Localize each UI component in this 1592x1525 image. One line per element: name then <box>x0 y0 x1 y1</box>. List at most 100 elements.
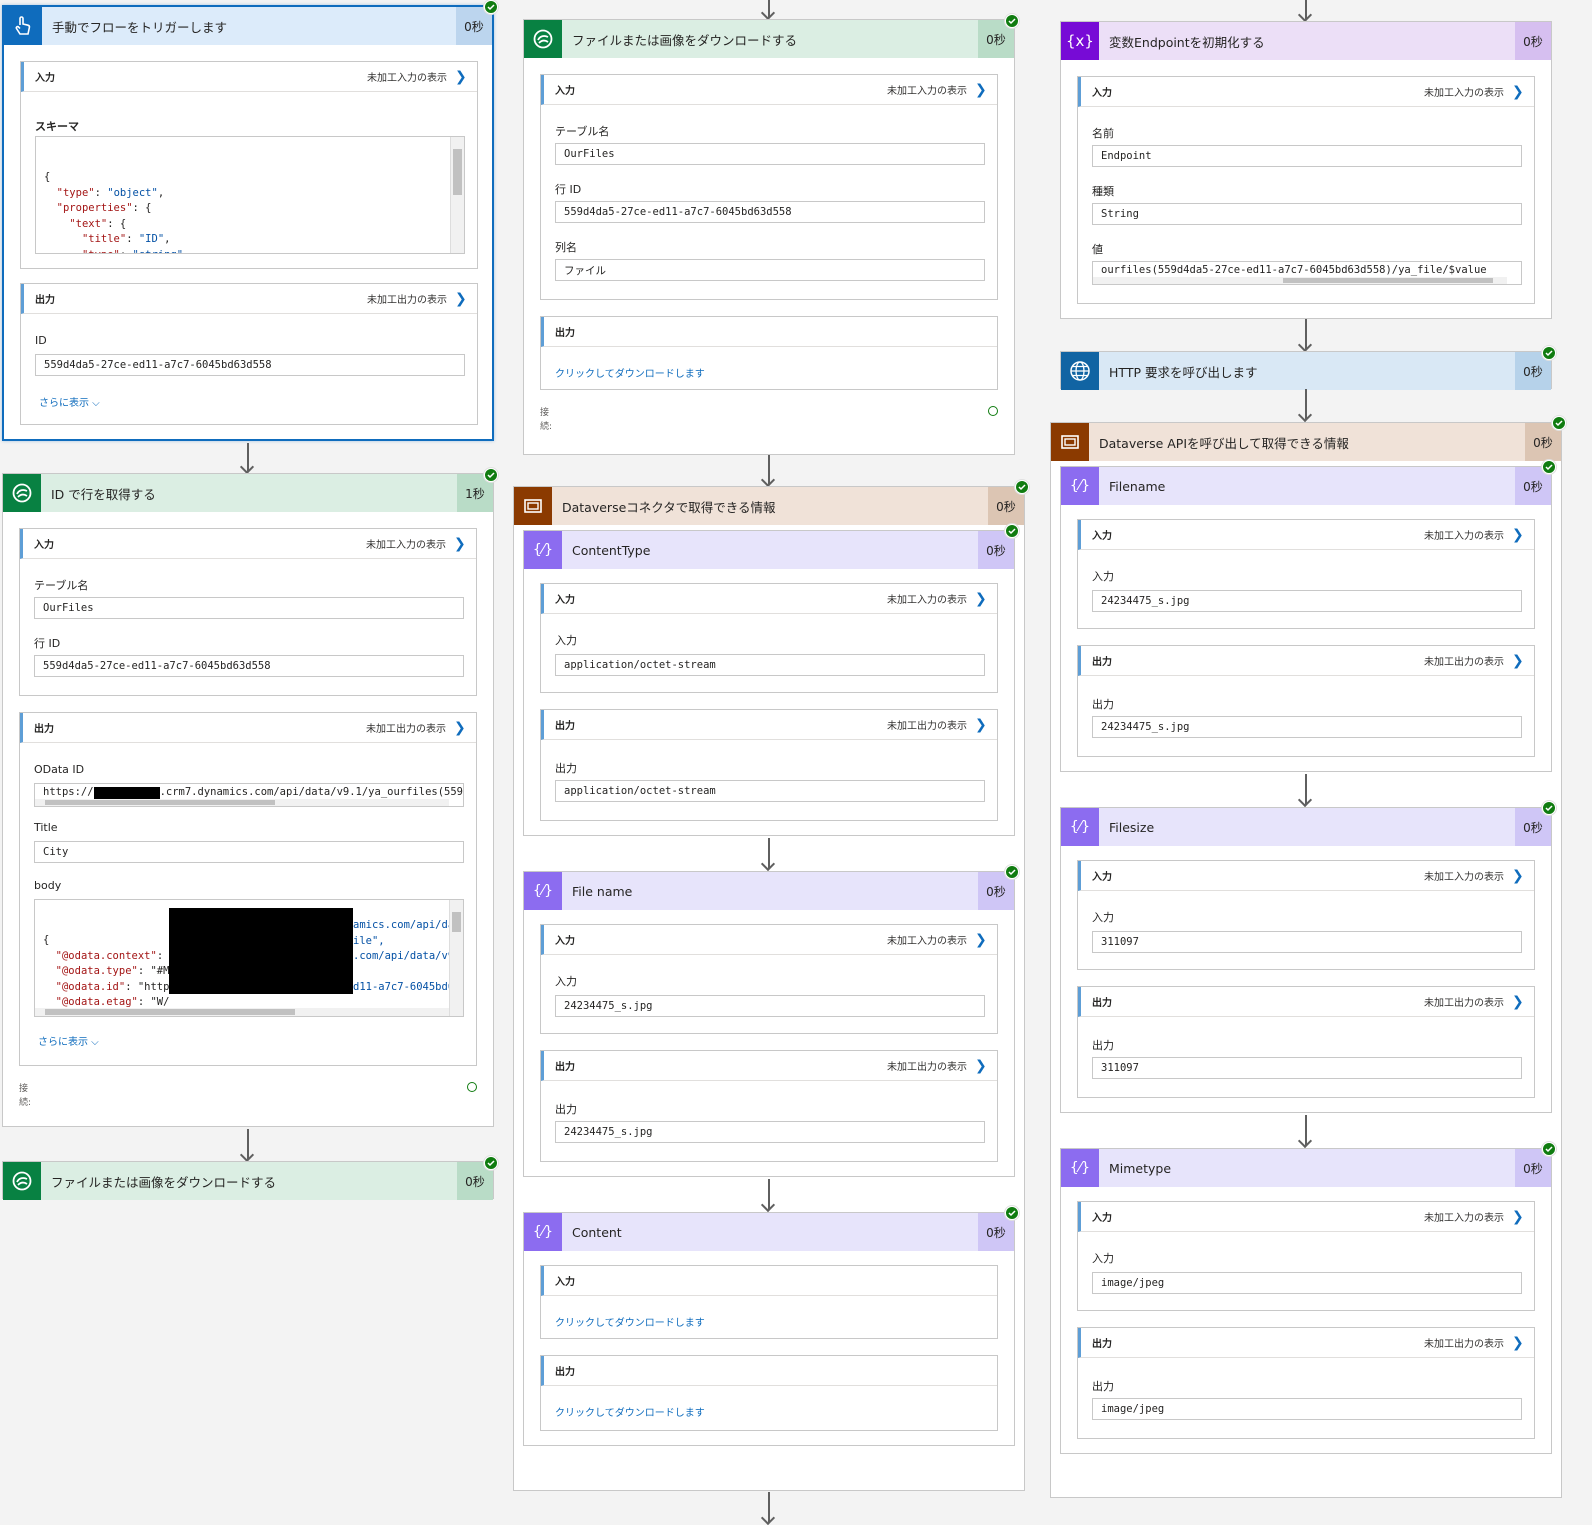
show-more-link[interactable]: さらに表示 ⌵ <box>38 1033 99 1048</box>
section-header[interactable]: 入力 未加工入力の表示 ❯ <box>1078 861 1534 891</box>
scope-header[interactable]: Dataverseコネクタで取得できる情報 0秒 <box>514 487 1024 525</box>
show-raw-inputs-link[interactable]: 未加工入力の表示 <box>1424 1209 1512 1224</box>
section-header[interactable]: 出力 未加工出力の表示 ❯ <box>21 284 477 314</box>
chevron-right-icon[interactable]: ❯ <box>454 720 476 736</box>
section-header[interactable]: 入力 未加工入力の表示 ❯ <box>541 584 997 614</box>
variable-value-field[interactable]: ourfiles(559d4da5-27ce-ed11-a7c7-6045bd6… <box>1092 261 1522 285</box>
input-value-field[interactable]: 24234475_s.jpg <box>555 995 985 1017</box>
section-header[interactable]: 入力 未加工入力の表示 ❯ <box>1078 1202 1534 1232</box>
chevron-right-icon[interactable]: ❯ <box>455 291 477 307</box>
show-raw-outputs-link[interactable]: 未加工出力の表示 <box>366 720 454 735</box>
download-link[interactable]: クリックしてダウンロードします <box>555 365 705 380</box>
output-value-field[interactable]: application/octet-stream <box>555 780 985 802</box>
chevron-right-icon[interactable]: ❯ <box>1512 653 1534 669</box>
schema-editor[interactable]: { "type": "object", "properties": { "tex… <box>35 136 465 254</box>
show-raw-inputs-link[interactable]: 未加工入力の表示 <box>1424 868 1512 883</box>
show-raw-outputs-link[interactable]: 未加工出力の表示 <box>1424 1335 1512 1350</box>
variable-name-field[interactable]: Endpoint <box>1092 145 1522 167</box>
horizontal-scrollbar[interactable] <box>1093 277 1507 284</box>
compose-contenttype-card[interactable]: {⁄} ContentType 0秒 入力 未加工入力の表示 ❯ 入力 appl… <box>523 530 1015 836</box>
chevron-right-icon[interactable]: ❯ <box>975 932 997 948</box>
compose-header[interactable]: {⁄} Content 0秒 <box>524 1213 1014 1251</box>
row-id-field[interactable]: 559d4da5-27ce-ed11-a7c7-6045bd63d558 <box>555 201 985 223</box>
section-header[interactable]: 出力 未加工出力の表示 ❯ <box>541 710 997 740</box>
input-value-field[interactable]: application/octet-stream <box>555 654 985 676</box>
download-link[interactable]: クリックしてダウンロードします <box>555 1314 705 1329</box>
compose-filename-api-card[interactable]: {⁄} Filename 0秒 入力 未加工入力の表示 ❯ 入力 2423447… <box>1060 466 1552 772</box>
show-raw-inputs-link[interactable]: 未加工入力の表示 <box>1424 527 1512 542</box>
trigger-header[interactable]: 手動でフローをトリガーします 0秒 <box>4 7 492 45</box>
chevron-right-icon[interactable]: ❯ <box>1512 994 1534 1010</box>
chevron-right-icon[interactable]: ❯ <box>1512 868 1534 884</box>
chevron-right-icon[interactable]: ❯ <box>975 1058 997 1074</box>
body-editor[interactable]: { "@odata.context": "@odata.type": "#M "… <box>34 899 464 1017</box>
download-header[interactable]: ファイルまたは画像をダウンロードする 0秒 <box>3 1162 493 1200</box>
init-variable-card[interactable]: {x} 変数Endpointを初期化する 0秒 入力 未加工入力の表示 ❯ 名前… <box>1060 21 1552 319</box>
show-raw-inputs-link[interactable]: 未加工入力の表示 <box>1424 84 1512 99</box>
section-header[interactable]: 出力 未加工出力の表示 ❯ <box>1078 987 1534 1017</box>
chevron-right-icon[interactable]: ❯ <box>455 69 477 85</box>
chevron-right-icon[interactable]: ❯ <box>1512 84 1534 100</box>
get-row-header[interactable]: ID で行を取得する 1秒 <box>3 474 493 512</box>
init-variable-header[interactable]: {x} 変数Endpointを初期化する 0秒 <box>1061 22 1551 60</box>
http-header[interactable]: HTTP 要求を呼び出します 0秒 <box>1061 352 1551 390</box>
odata-id-field[interactable]: https://.crm7.dynamics.com/api/data/v9.1… <box>34 783 464 807</box>
table-name-field[interactable]: OurFiles <box>555 143 985 165</box>
output-value-field[interactable]: 311097 <box>1092 1057 1522 1079</box>
section-header[interactable]: 出力 未加工出力の表示 ❯ <box>1078 1328 1534 1358</box>
show-raw-outputs-link[interactable]: 未加工出力の表示 <box>1424 994 1512 1009</box>
show-raw-inputs-link[interactable]: 未加工入力の表示 <box>366 536 454 551</box>
compose-header[interactable]: {⁄} Filename 0秒 <box>1061 467 1551 505</box>
output-value-field[interactable]: 24234475_s.jpg <box>555 1121 985 1143</box>
show-more-link[interactable]: さらに表示 ⌵ <box>39 394 100 409</box>
variable-type-field[interactable]: String <box>1092 203 1522 225</box>
output-value-field[interactable]: image/jpeg <box>1092 1398 1522 1420</box>
show-raw-inputs-link[interactable]: 未加工入力の表示 <box>367 69 455 84</box>
section-header[interactable]: 入力 未加工入力の表示 ❯ <box>1078 77 1534 107</box>
scope-header[interactable]: Dataverse APIを呼び出して取得できる情報 0秒 <box>1051 423 1561 461</box>
trigger-card[interactable]: 手動でフローをトリガーします 0秒 入力 未加工入力の表示 ❯ スキーマ { "… <box>2 5 494 441</box>
compose-content-card[interactable]: {⁄} Content 0秒 入力 クリックしてダウンロードします 出力 クリッ… <box>523 1212 1015 1446</box>
compose-header[interactable]: {⁄} File name 0秒 <box>524 872 1014 910</box>
show-raw-outputs-link[interactable]: 未加工出力の表示 <box>887 1058 975 1073</box>
chevron-right-icon[interactable]: ❯ <box>1512 527 1534 543</box>
chevron-right-icon[interactable]: ❯ <box>975 591 997 607</box>
output-value-field[interactable]: 24234475_s.jpg <box>1092 716 1522 738</box>
input-value-field[interactable]: 24234475_s.jpg <box>1092 590 1522 612</box>
section-header[interactable]: 出力 <box>541 317 997 347</box>
compose-header[interactable]: {⁄} ContentType 0秒 <box>524 531 1014 569</box>
chevron-right-icon[interactable]: ❯ <box>1512 1209 1534 1225</box>
http-request-card[interactable]: HTTP 要求を呼び出します 0秒 <box>1060 351 1552 390</box>
compose-filesize-card[interactable]: {⁄} Filesize 0秒 入力 未加工入力の表示 ❯ 入力 311097 … <box>1060 807 1552 1113</box>
section-header[interactable]: 入力 <box>541 1266 997 1296</box>
vertical-scrollbar[interactable] <box>450 137 464 253</box>
section-header[interactable]: 出力 未加工出力の表示 ❯ <box>541 1051 997 1081</box>
show-raw-outputs-link[interactable]: 未加工出力の表示 <box>887 717 975 732</box>
section-header[interactable]: 入力 未加工入力の表示 ❯ <box>541 75 997 105</box>
show-raw-outputs-link[interactable]: 未加工出力の表示 <box>367 291 455 306</box>
section-header[interactable]: 出力 未加工出力の表示 ❯ <box>20 713 476 743</box>
get-row-card[interactable]: ID で行を取得する 1秒 入力 未加工入力の表示 ❯ テーブル名 OurFil… <box>2 473 494 1127</box>
row-id-field[interactable]: 559d4da5-27ce-ed11-a7c7-6045bd63d558 <box>34 655 464 677</box>
download-file-card-2[interactable]: ファイルまたは画像をダウンロードする 0秒 <box>2 1161 494 1200</box>
section-header[interactable]: 入力 未加工入力の表示 ❯ <box>20 529 476 559</box>
show-raw-inputs-link[interactable]: 未加工入力の表示 <box>887 932 975 947</box>
chevron-right-icon[interactable]: ❯ <box>975 717 997 733</box>
show-raw-outputs-link[interactable]: 未加工出力の表示 <box>1424 653 1512 668</box>
id-field[interactable]: 559d4da5-27ce-ed11-a7c7-6045bd63d558 <box>35 354 465 376</box>
compose-header[interactable]: {⁄} Filesize 0秒 <box>1061 808 1551 846</box>
title-field[interactable]: City <box>34 841 464 863</box>
input-value-field[interactable]: image/jpeg <box>1092 1272 1522 1294</box>
column-name-field[interactable]: ファイル <box>555 259 985 281</box>
section-header[interactable]: 出力 未加工出力の表示 ❯ <box>1078 646 1534 676</box>
section-header[interactable]: 入力 未加工入力の表示 ❯ <box>541 925 997 955</box>
compose-mimetype-card[interactable]: {⁄} Mimetype 0秒 入力 未加工入力の表示 ❯ 入力 image/j… <box>1060 1148 1552 1454</box>
horizontal-scrollbar[interactable] <box>35 799 449 806</box>
chevron-right-icon[interactable]: ❯ <box>454 536 476 552</box>
show-raw-inputs-link[interactable]: 未加工入力の表示 <box>887 591 975 606</box>
chevron-right-icon[interactable]: ❯ <box>975 82 997 98</box>
show-raw-inputs-link[interactable]: 未加工入力の表示 <box>887 82 975 97</box>
chevron-right-icon[interactable]: ❯ <box>1512 1335 1534 1351</box>
download-link[interactable]: クリックしてダウンロードします <box>555 1404 705 1419</box>
section-header[interactable]: 入力 未加工入力の表示 ❯ <box>21 62 477 92</box>
